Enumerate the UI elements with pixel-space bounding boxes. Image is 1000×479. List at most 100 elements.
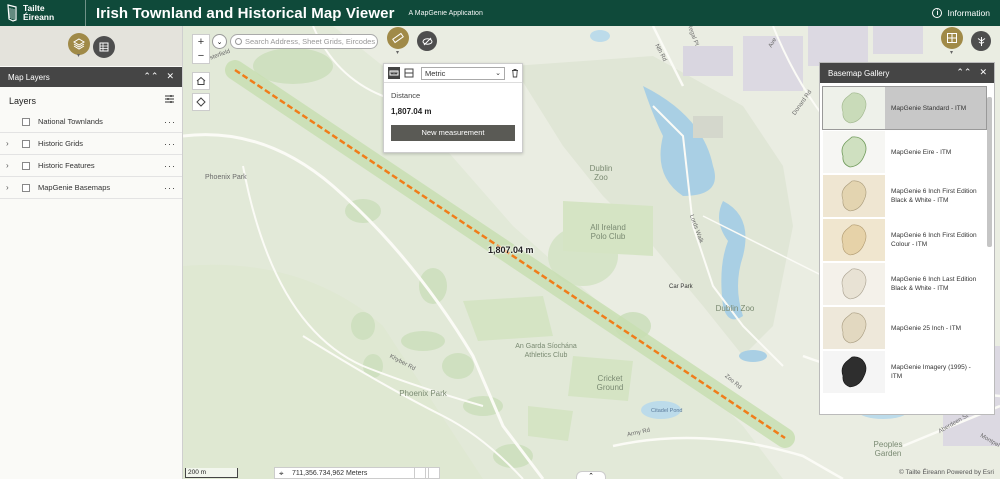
zoom-control: + − bbox=[192, 34, 210, 64]
collapse-icon[interactable]: ⌃⌃ bbox=[956, 67, 971, 77]
information-button[interactable]: i Information bbox=[932, 0, 990, 26]
layer-menu-icon[interactable]: ··· bbox=[164, 117, 176, 127]
layer-menu-icon[interactable]: ··· bbox=[164, 183, 176, 193]
layer-label: National Townlands bbox=[38, 117, 103, 126]
active-map-tool-indicator: ▾ bbox=[396, 50, 400, 56]
layer-row-national-townlands[interactable]: National Townlands ··· bbox=[0, 111, 182, 133]
eye-slash-icon bbox=[422, 37, 432, 45]
measurement-toolbar: Metric ⌄ bbox=[384, 64, 522, 83]
layers-heading: Layers bbox=[9, 96, 37, 106]
basemap-list-scrollbar[interactable] bbox=[987, 87, 992, 413]
basemap-name: MapGenie Eire - ITM bbox=[891, 148, 952, 156]
visibility-tool-button[interactable] bbox=[417, 31, 437, 51]
layer-label: Historic Features bbox=[38, 161, 95, 170]
coordinate-copy-button[interactable] bbox=[414, 467, 426, 479]
layer-options-icon[interactable] bbox=[165, 95, 174, 103]
info-icon: i bbox=[932, 8, 943, 18]
measure-tool-button[interactable] bbox=[387, 27, 409, 49]
distance-mode-icon[interactable] bbox=[388, 67, 400, 79]
area-mode-icon[interactable] bbox=[403, 67, 415, 79]
map-label-cricket-ground: Cricket Ground bbox=[596, 374, 624, 392]
map-label-phoenix-park-2: Phoenix Park bbox=[399, 389, 447, 398]
ruler-icon bbox=[392, 32, 404, 44]
close-icon[interactable]: ✕ bbox=[979, 67, 987, 77]
map-attribution: © Tailte Éireann Powered by Esri bbox=[899, 469, 994, 476]
basemap-item-six-inch-bw[interactable]: MapGenie 6 Inch First Edition Black & Wh… bbox=[822, 174, 987, 218]
zoom-out-button[interactable]: − bbox=[193, 49, 209, 63]
basemap-name: MapGenie Standard - ITM bbox=[891, 104, 967, 112]
basemap-gallery-header: Basemap Gallery ⌃⌃ ✕ bbox=[820, 63, 994, 83]
chevron-right-icon[interactable]: › bbox=[6, 161, 16, 170]
layer-row-mapgenie-basemaps[interactable]: › MapGenie Basemaps ··· bbox=[0, 177, 182, 199]
basemap-item-standard[interactable]: MapGenie Standard - ITM bbox=[822, 86, 987, 130]
close-icon[interactable]: ✕ bbox=[166, 71, 174, 81]
measurement-result: Distance 1,807.04 m New measurement bbox=[384, 83, 522, 141]
chevron-right-icon[interactable]: › bbox=[6, 139, 16, 148]
search-input[interactable]: Search Address, Sheet Grids, Eircodes bbox=[230, 34, 378, 49]
basemap-thumbnail bbox=[823, 219, 885, 261]
scrollbar-thumb[interactable] bbox=[987, 97, 992, 247]
basemap-thumbnail bbox=[823, 175, 885, 217]
zoom-in-button[interactable]: + bbox=[193, 35, 209, 49]
home-button[interactable] bbox=[192, 72, 210, 90]
scale-bar: 200 m bbox=[185, 468, 238, 478]
distance-value: 1,807.04 m bbox=[391, 107, 432, 116]
map-view[interactable]: Phoenix Park Phoenix Park Dublin Zoo Dub… bbox=[183, 26, 1000, 479]
basemap-thumbnail bbox=[823, 87, 885, 129]
basemap-gallery-tool-button[interactable] bbox=[941, 27, 963, 49]
basemap-item-twenty-five-inch[interactable]: MapGenie 25 Inch - ITM bbox=[822, 306, 987, 350]
map-layers-title: Map Layers bbox=[8, 72, 50, 82]
basemap-thumbnail bbox=[823, 307, 885, 349]
map-layers-panel-header: Map Layers ⌃⌃ ✕ bbox=[0, 67, 182, 87]
layer-menu-icon[interactable]: ··· bbox=[164, 161, 176, 171]
basemap-name: MapGenie 6 Inch Last Edition Black & Whi… bbox=[891, 276, 977, 292]
layer-row-historic-features[interactable]: › Historic Features ··· bbox=[0, 155, 182, 177]
org-name-line2: Éireann bbox=[23, 12, 55, 22]
map-distance-label: 1,807.04 m bbox=[488, 245, 534, 255]
layer-visibility-checkbox[interactable] bbox=[22, 139, 30, 148]
layer-row-historic-grids[interactable]: › Historic Grids ··· bbox=[0, 133, 182, 155]
layer-visibility-checkbox[interactable] bbox=[22, 161, 30, 170]
basemap-name: MapGenie 6 Inch First Edition Colour - I… bbox=[891, 232, 977, 248]
measurement-widget: Metric ⌄ Distance 1,807.04 m New measure… bbox=[383, 63, 523, 153]
unit-select[interactable]: Metric ⌄ bbox=[421, 67, 505, 80]
active-basemap-tool-indicator: ▾ bbox=[950, 50, 954, 56]
basemap-item-six-inch-last[interactable]: MapGenie 6 Inch Last Edition Black & Whi… bbox=[822, 262, 987, 306]
org-logo[interactable]: Tailte Éireann bbox=[0, 0, 86, 26]
map-label-garda-athletics: An Garda Síochána Athletics Club bbox=[515, 343, 577, 359]
map-label-citadel-pond: Citadel Pond bbox=[651, 408, 683, 414]
basemap-name: MapGenie Imagery (1995) - ITM bbox=[891, 364, 971, 380]
collapse-icon[interactable]: ⌃⌃ bbox=[143, 71, 158, 81]
basemap-name: MapGenie 6 Inch First Edition Black & Wh… bbox=[891, 188, 977, 204]
basemap-item-six-inch-colour[interactable]: MapGenie 6 Inch First Edition Colour - I… bbox=[822, 218, 987, 262]
layer-menu-icon[interactable]: ··· bbox=[164, 139, 176, 149]
map-label-peoples-garden: Peoples Garden bbox=[873, 440, 903, 458]
layer-visibility-checkbox[interactable] bbox=[22, 183, 30, 192]
information-label: Information bbox=[947, 8, 990, 18]
locate-button[interactable] bbox=[192, 93, 210, 111]
bottom-panel-toggle[interactable]: ⌃ bbox=[576, 471, 606, 479]
layer-visibility-checkbox[interactable] bbox=[22, 117, 30, 126]
search-icon bbox=[235, 38, 242, 45]
basemap-item-eire[interactable]: MapGenie Eire - ITM bbox=[822, 130, 987, 174]
new-measurement-button[interactable]: New measurement bbox=[391, 125, 515, 141]
layers-tool-button[interactable] bbox=[68, 33, 90, 55]
search-widget: ⌄ Search Address, Sheet Grids, Eircodes bbox=[212, 34, 380, 50]
basemap-gallery-title: Basemap Gallery bbox=[828, 68, 890, 78]
trash-icon[interactable] bbox=[509, 67, 521, 79]
basemap-item-imagery-1995[interactable]: MapGenie Imagery (1995) - ITM bbox=[822, 350, 987, 394]
map-label-car-park: Car Park bbox=[669, 284, 693, 290]
coordinate-readout[interactable]: ⌖ 711,356.734,962 Meters bbox=[274, 467, 432, 479]
basemap-thumbnail bbox=[823, 131, 885, 173]
legend-tool-button[interactable] bbox=[971, 31, 991, 51]
table-tool-button[interactable] bbox=[93, 36, 115, 58]
map-label-polo-club: All Ireland Polo Club bbox=[590, 223, 626, 241]
map-label-phoenix-park: Phoenix Park bbox=[205, 174, 247, 181]
chevron-right-icon[interactable]: › bbox=[6, 183, 16, 192]
layers-icon bbox=[73, 38, 85, 50]
search-source-dropdown[interactable]: ⌄ bbox=[212, 34, 227, 49]
coordinate-settings-button[interactable] bbox=[428, 467, 440, 479]
layers-section: Layers bbox=[0, 87, 182, 111]
basemap-thumbnail bbox=[823, 351, 885, 393]
search-placeholder: Search Address, Sheet Grids, Eircodes bbox=[245, 37, 376, 46]
